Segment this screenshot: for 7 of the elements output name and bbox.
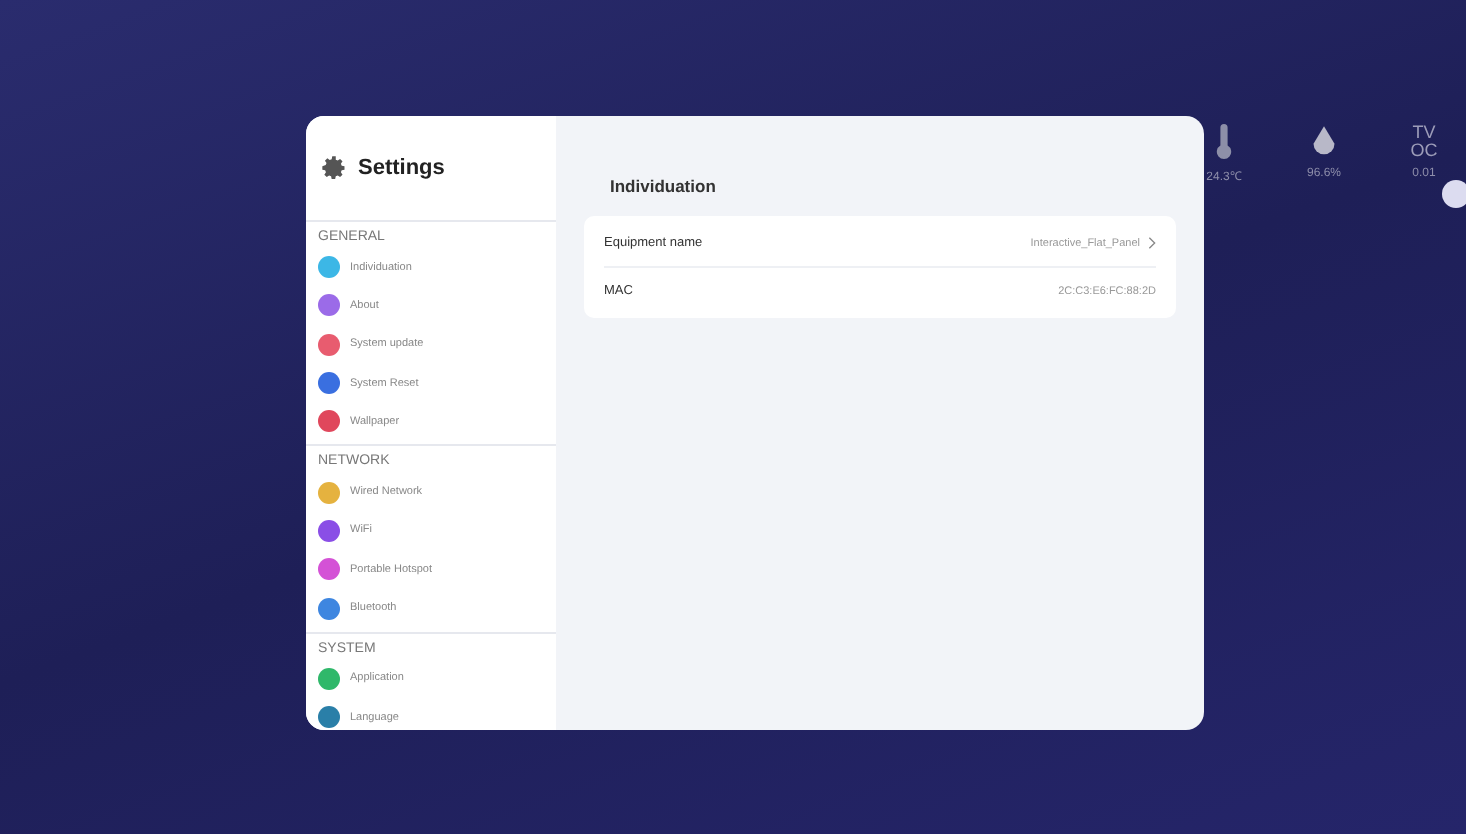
- page-title: Individuation: [610, 176, 718, 196]
- window-title: Settings: [358, 156, 445, 180]
- drop-icon: [1310, 124, 1338, 160]
- chevron-icon[interactable]: [1148, 236, 1156, 250]
- settings-icon: [320, 154, 348, 182]
- handle-icon[interactable]: [1442, 180, 1466, 208]
- sensor-label: TVOC: [1409, 124, 1439, 160]
